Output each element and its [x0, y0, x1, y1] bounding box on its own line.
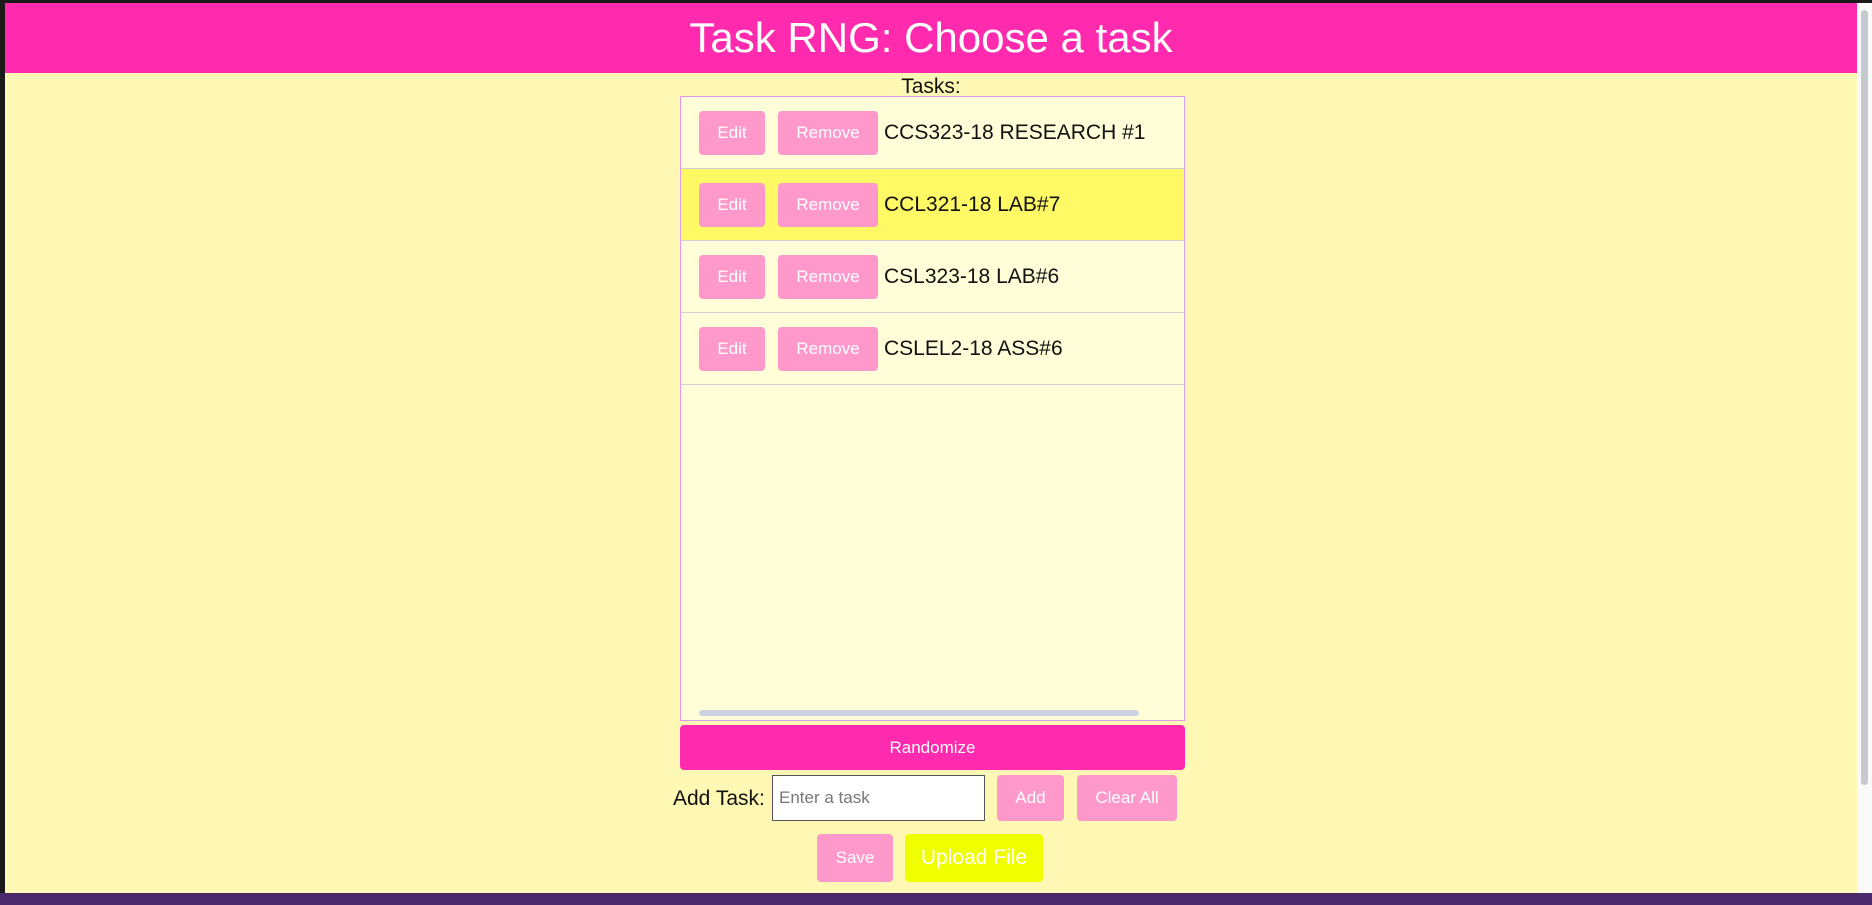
task-input[interactable]	[772, 775, 985, 821]
task-row: Edit Remove CSLEL2-18 ASS#6	[681, 313, 1184, 385]
app-window: Task RNG: Choose a task Tasks: Edit Remo…	[5, 3, 1857, 893]
task-text: CSLEL2-18 ASS#6	[884, 336, 1063, 360]
remove-task-button[interactable]: Remove	[778, 182, 878, 227]
page-title: Task RNG: Choose a task	[689, 14, 1173, 61]
edit-task-button[interactable]: Edit	[699, 326, 765, 371]
task-list-horizontal-scrollbar[interactable]	[699, 710, 1139, 716]
taskbar-strip	[0, 893, 1872, 905]
remove-task-button[interactable]: Remove	[778, 326, 878, 371]
page-scrollbar-thumb[interactable]	[1861, 10, 1868, 785]
task-text: CCS323-18 RESEARCH #1	[884, 120, 1146, 144]
remove-task-button[interactable]: Remove	[778, 110, 878, 155]
task-row-highlighted: Edit Remove CCL321-18 LAB#7	[681, 169, 1184, 241]
save-button[interactable]: Save	[817, 834, 893, 882]
add-task-label: Add Task:	[673, 787, 765, 810]
page-header: Task RNG: Choose a task	[5, 3, 1857, 73]
upload-file-button[interactable]: Upload File	[905, 834, 1043, 882]
randomize-button[interactable]: Randomize	[680, 725, 1185, 770]
edit-task-button[interactable]: Edit	[699, 182, 765, 227]
edit-task-button[interactable]: Edit	[699, 110, 765, 155]
add-button[interactable]: Add	[997, 775, 1064, 821]
remove-task-button[interactable]: Remove	[778, 254, 878, 299]
edit-task-button[interactable]: Edit	[699, 254, 765, 299]
task-row: Edit Remove CCS323-18 RESEARCH #1	[681, 97, 1184, 169]
task-list[interactable]: Edit Remove CCS323-18 RESEARCH #1 Edit R…	[680, 96, 1185, 721]
task-row: Edit Remove CSL323-18 LAB#6	[681, 241, 1184, 313]
clear-all-button[interactable]: Clear All	[1077, 775, 1177, 821]
task-text: CSL323-18 LAB#6	[884, 264, 1060, 288]
task-text: CCL321-18 LAB#7	[884, 192, 1061, 216]
